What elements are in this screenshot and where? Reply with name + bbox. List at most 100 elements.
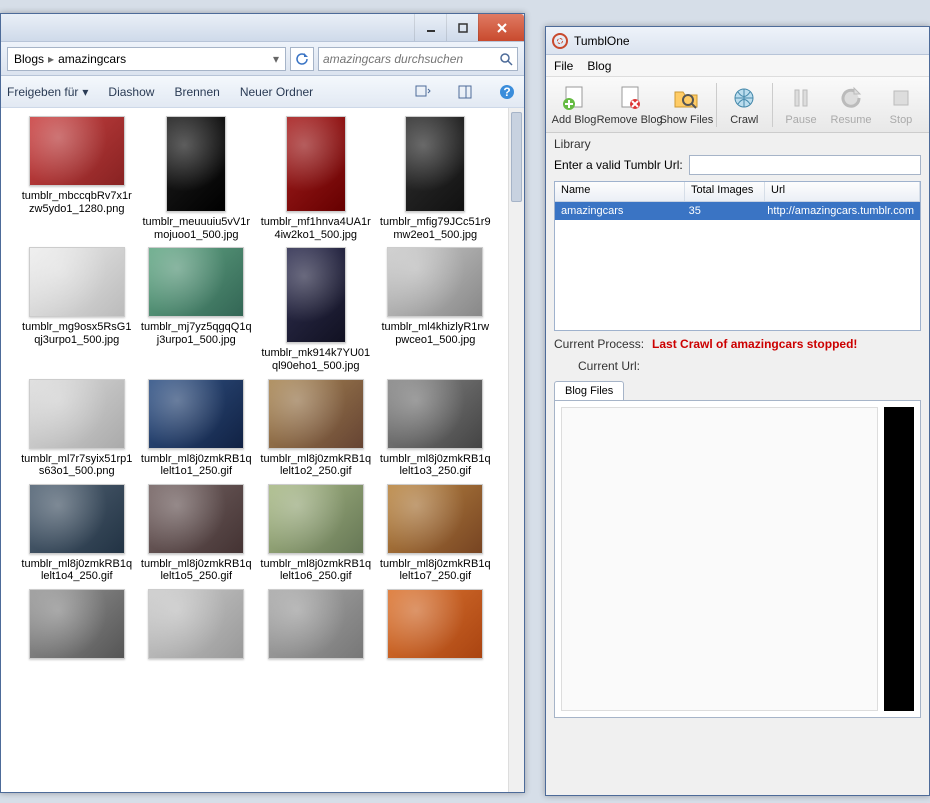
file-thumbnail[interactable]: tumblr_mfig79JCc51r9mw2eo1_500.jpg xyxy=(378,116,494,241)
help-button[interactable]: ? xyxy=(496,81,518,103)
file-name: tumblr_meuuuiu5vV1rmojuoo1_500.jpg xyxy=(140,216,252,241)
crawl-icon xyxy=(730,84,758,112)
file-name: tumblr_mbccqbRv7x1rzw5ydo1_1280.png xyxy=(21,190,133,215)
preview-pane-button[interactable] xyxy=(454,81,476,103)
folder-search-icon xyxy=(672,84,700,112)
file-name: tumblr_ml4khizlyR1rwpwceo1_500.jpg xyxy=(379,321,491,346)
add-blog-button[interactable]: Add Blog xyxy=(550,82,598,128)
app-icon xyxy=(552,33,568,49)
slideshow-button[interactable]: Diashow xyxy=(108,85,154,99)
file-thumbnail[interactable] xyxy=(19,589,135,659)
preview-area xyxy=(561,407,878,711)
file-thumbnail[interactable]: tumblr_mbccqbRv7x1rzw5ydo1_1280.png xyxy=(19,116,135,241)
col-url[interactable]: Url xyxy=(765,182,920,201)
tabstrip: Blog Files xyxy=(554,381,921,400)
explorer-window: Blogs ▸ amazingcars ▾ Freigeben für ▾ Di… xyxy=(0,13,525,793)
new-folder-button[interactable]: Neuer Ordner xyxy=(240,85,313,99)
menu-file[interactable]: File xyxy=(554,59,573,73)
file-name: tumblr_mk914k7YU01ql90eho1_500.jpg xyxy=(260,347,372,372)
show-files-button[interactable]: Show Files xyxy=(661,82,711,128)
separator xyxy=(772,83,773,127)
file-thumbnail[interactable]: tumblr_mf1hnva4UA1r4iw2ko1_500.jpg xyxy=(258,116,374,241)
file-name: tumblr_ml8j0zmkRB1qlelt1o2_250.gif xyxy=(260,453,372,478)
file-thumbnail[interactable] xyxy=(139,589,255,659)
grid-header: Name Total Images Url xyxy=(555,182,920,202)
process-label: Current Process: xyxy=(554,337,644,351)
search-box[interactable] xyxy=(318,47,518,71)
url-input[interactable] xyxy=(689,155,921,175)
col-total[interactable]: Total Images xyxy=(685,182,765,201)
share-menu[interactable]: Freigeben für ▾ xyxy=(7,85,88,99)
thumbnail-image xyxy=(166,116,226,212)
grid-row-selected[interactable]: amazingcars 35 http://amazingcars.tumblr… xyxy=(555,202,920,220)
thumbnail-image xyxy=(286,247,346,343)
tab-blog-files[interactable]: Blog Files xyxy=(554,381,624,400)
file-thumbnail[interactable]: tumblr_mg9osx5RsG1qj3urpo1_500.jpg xyxy=(19,247,135,372)
menu-blog[interactable]: Blog xyxy=(587,59,611,73)
close-button[interactable] xyxy=(478,14,524,41)
stop-button[interactable]: Stop xyxy=(877,82,925,128)
minimize-button[interactable] xyxy=(414,14,446,41)
window-title: TumblOne xyxy=(574,34,630,48)
view-options-button[interactable] xyxy=(412,81,434,103)
thumbnail-image xyxy=(148,484,244,554)
file-thumbnail[interactable]: tumblr_ml8j0zmkRB1qlelt1o1_250.gif xyxy=(139,379,255,478)
preview-strip xyxy=(884,407,914,711)
thumbnail-image xyxy=(387,379,483,449)
chevron-right-icon: ▸ xyxy=(48,52,54,66)
file-name: tumblr_ml8j0zmkRB1qlelt1o4_250.gif xyxy=(21,558,133,583)
file-thumbnail[interactable]: tumblr_mj7yz5qgqQ1qj3urpo1_500.jpg xyxy=(139,247,255,372)
file-name: tumblr_mg9osx5RsG1qj3urpo1_500.jpg xyxy=(21,321,133,346)
file-thumbnail[interactable]: tumblr_ml8j0zmkRB1qlelt1o4_250.gif xyxy=(19,484,135,583)
pause-icon xyxy=(787,84,815,112)
file-thumbnail[interactable]: tumblr_meuuuiu5vV1rmojuoo1_500.jpg xyxy=(139,116,255,241)
add-icon xyxy=(560,84,588,112)
file-name: tumblr_mfig79JCc51r9mw2eo1_500.jpg xyxy=(379,216,491,241)
resume-icon xyxy=(837,84,865,112)
breadcrumb-part[interactable]: amazingcars xyxy=(58,52,126,66)
stop-icon xyxy=(887,84,915,112)
maximize-button[interactable] xyxy=(446,14,478,41)
svg-text:?: ? xyxy=(503,85,510,99)
file-name: tumblr_ml8j0zmkRB1qlelt1o5_250.gif xyxy=(140,558,252,583)
thumbnail-image xyxy=(148,379,244,449)
thumbnail-image xyxy=(148,247,244,317)
remove-icon xyxy=(616,84,644,112)
explorer-titlebar xyxy=(1,14,524,42)
cell-url: http://amazingcars.tumblr.com xyxy=(761,205,920,217)
search-icon[interactable] xyxy=(499,52,513,66)
address-bar: Blogs ▸ amazingcars ▾ xyxy=(1,42,524,76)
blog-grid: Name Total Images Url amazingcars 35 htt… xyxy=(554,181,921,331)
pause-button[interactable]: Pause xyxy=(777,82,825,128)
breadcrumb[interactable]: Blogs ▸ amazingcars ▾ xyxy=(7,47,286,71)
thumbnail-image xyxy=(148,589,244,659)
file-name: tumblr_mf1hnva4UA1r4iw2ko1_500.jpg xyxy=(260,216,372,241)
crawl-button[interactable]: Crawl xyxy=(720,82,768,128)
file-thumbnail[interactable]: tumblr_ml7r7syix51rp1s63o1_500.png xyxy=(19,379,135,478)
scrollbar-handle[interactable] xyxy=(511,112,522,202)
file-thumbnail[interactable]: tumblr_ml8j0zmkRB1qlelt1o6_250.gif xyxy=(258,484,374,583)
file-name: tumblr_ml8j0zmkRB1qlelt1o1_250.gif xyxy=(140,453,252,478)
remove-blog-button[interactable]: Remove Blog xyxy=(600,82,659,128)
file-thumbnail[interactable]: tumblr_ml4khizlyR1rwpwceo1_500.jpg xyxy=(378,247,494,372)
file-thumbnail[interactable]: tumblr_ml8j0zmkRB1qlelt1o7_250.gif xyxy=(378,484,494,583)
file-thumbnail[interactable] xyxy=(258,589,374,659)
thumbnail-image xyxy=(29,116,125,186)
chevron-down-icon[interactable]: ▾ xyxy=(273,52,279,66)
file-thumbnail[interactable] xyxy=(378,589,494,659)
search-input[interactable] xyxy=(323,52,499,66)
resume-button[interactable]: Resume xyxy=(827,82,875,128)
burn-button[interactable]: Brennen xyxy=(174,85,219,99)
thumbnail-image xyxy=(387,589,483,659)
file-thumbnail[interactable]: tumblr_ml8j0zmkRB1qlelt1o2_250.gif xyxy=(258,379,374,478)
refresh-button[interactable] xyxy=(290,47,314,71)
breadcrumb-part[interactable]: Blogs xyxy=(14,52,44,66)
file-thumbnail[interactable]: tumblr_mk914k7YU01ql90eho1_500.jpg xyxy=(258,247,374,372)
col-name[interactable]: Name xyxy=(555,182,685,201)
thumbnail-image xyxy=(387,247,483,317)
scrollbar[interactable] xyxy=(508,108,524,792)
thumbnail-image xyxy=(29,589,125,659)
file-thumbnail[interactable]: tumblr_ml8j0zmkRB1qlelt1o3_250.gif xyxy=(378,379,494,478)
file-thumbnail[interactable]: tumblr_ml8j0zmkRB1qlelt1o5_250.gif xyxy=(139,484,255,583)
toolbar: Add Blog Remove Blog Show Files Crawl Pa… xyxy=(546,77,929,133)
